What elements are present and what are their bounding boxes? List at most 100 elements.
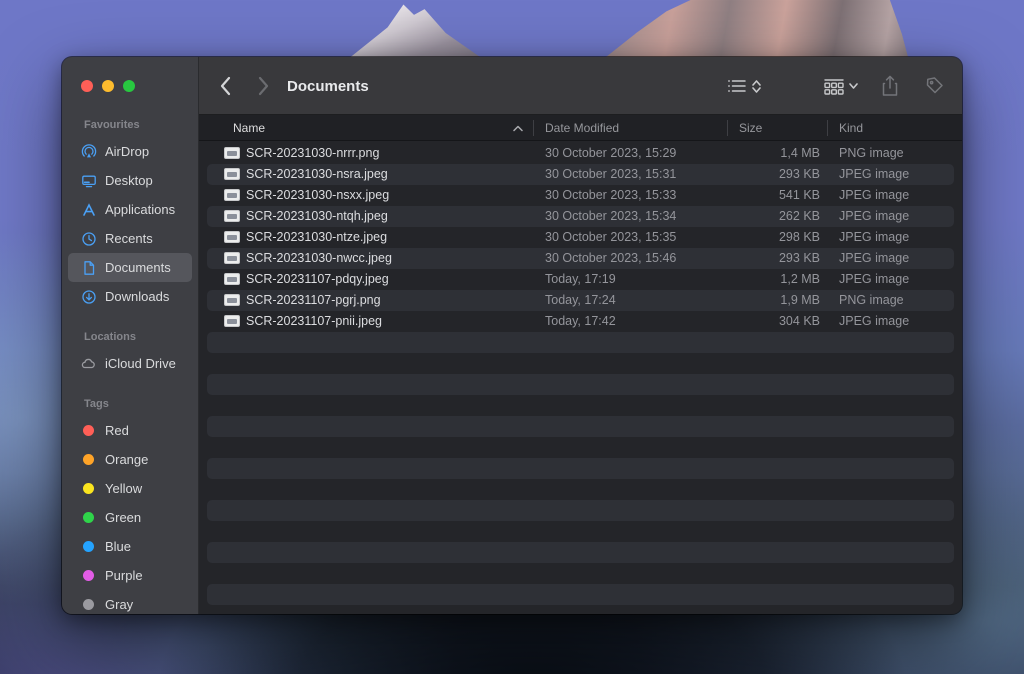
column-header-name[interactable]: Name — [233, 115, 265, 141]
file-thumbnail-icon — [224, 168, 240, 180]
file-row[interactable]: SCR-20231030-nsxx.jpeg 30 October 2023, … — [207, 185, 954, 206]
empty-row — [207, 584, 954, 605]
column-divider[interactable] — [727, 120, 728, 136]
sidebar-tag-yellow[interactable]: Yellow — [68, 474, 192, 503]
file-kind: JPEG image — [839, 188, 910, 202]
sidebar-item-airdrop[interactable]: AirDrop — [68, 137, 192, 166]
file-date: 30 October 2023, 15:31 — [545, 167, 677, 181]
mountain-peak-left — [350, 4, 480, 57]
file-name: SCR-20231030-ntqh.jpeg — [246, 209, 388, 223]
file-name: SCR-20231107-pgrj.png — [246, 293, 381, 307]
tag-button[interactable] — [923, 57, 945, 115]
file-row[interactable]: SCR-20231107-pdqy.jpeg Today, 17:19 1,2 … — [207, 269, 954, 290]
sidebar-item-documents[interactable]: Documents — [68, 253, 192, 282]
minimize-window-button[interactable] — [102, 80, 114, 92]
sidebar-item-label: Red — [105, 423, 129, 438]
file-row[interactable]: SCR-20231030-nwcc.jpeg 30 October 2023, … — [207, 248, 954, 269]
file-size: 293 KB — [778, 251, 820, 265]
file-row[interactable]: SCR-20231107-pgrj.png Today, 17:24 1,9 M… — [207, 290, 954, 311]
file-kind: JPEG image — [839, 209, 910, 223]
clock-icon — [80, 230, 97, 247]
sidebar-item-label: Yellow — [105, 481, 143, 496]
sidebar-tag-green[interactable]: Green — [68, 503, 192, 532]
tag-dot-purple — [83, 570, 94, 581]
back-button[interactable] — [219, 57, 232, 115]
forward-button[interactable] — [257, 57, 270, 115]
empty-row — [207, 374, 954, 395]
empty-row — [207, 500, 954, 521]
sidebar-item-recents[interactable]: Recents — [68, 224, 192, 253]
zoom-window-button[interactable] — [123, 80, 135, 92]
file-kind: JPEG image — [839, 230, 910, 244]
sidebar-item-label: Orange — [105, 452, 149, 467]
column-divider[interactable] — [827, 120, 828, 136]
group-grid-icon — [824, 78, 844, 95]
close-window-button[interactable] — [81, 80, 93, 92]
file-date: 30 October 2023, 15:46 — [545, 251, 677, 265]
sidebar-section-tags: Tags — [84, 398, 109, 410]
empty-row — [207, 458, 954, 479]
chevron-down-icon — [849, 83, 858, 89]
file-date: 30 October 2023, 15:35 — [545, 230, 677, 244]
file-row[interactable]: SCR-20231030-nsra.jpeg 30 October 2023, … — [207, 164, 954, 185]
share-icon — [882, 75, 898, 96]
file-row[interactable]: SCR-20231107-pnii.jpeg Today, 17:42 304 … — [207, 311, 954, 332]
sidebar-item-desktop[interactable]: Desktop — [68, 166, 192, 195]
sidebar-section-locations: Locations — [84, 331, 136, 343]
file-date: 30 October 2023, 15:34 — [545, 209, 677, 223]
sidebar-tag-red[interactable]: Red — [68, 416, 192, 445]
file-thumbnail-icon — [224, 210, 240, 222]
column-header-kind[interactable]: Kind — [839, 115, 863, 141]
sidebar-item-applications[interactable]: Applications — [68, 195, 192, 224]
sidebar-item-label: Green — [105, 510, 142, 525]
file-row[interactable]: SCR-20231030-ntze.jpeg 30 October 2023, … — [207, 227, 954, 248]
file-row[interactable]: SCR-20231030-ntqh.jpeg 30 October 2023, … — [207, 206, 954, 227]
sidebar-item-label: Documents — [105, 260, 171, 275]
sidebar-tag-purple[interactable]: Purple — [68, 561, 192, 590]
file-size: 541 KB — [778, 188, 820, 202]
desktop-icon — [80, 172, 97, 189]
column-header-date-modified[interactable]: Date Modified — [545, 115, 619, 141]
sidebar-item-label: Applications — [105, 202, 176, 217]
file-list-area: Name Date Modified Size Kind SCR-2023103… — [199, 115, 962, 614]
empty-row — [207, 437, 954, 458]
sidebar: Favourites AirDrop Desktop Applications … — [62, 57, 199, 614]
file-row[interactable]: SCR-20231030-nrrr.png 30 October 2023, 1… — [207, 143, 954, 164]
empty-row — [207, 416, 954, 437]
share-button[interactable] — [881, 57, 899, 115]
sidebar-item-downloads[interactable]: Downloads — [68, 282, 192, 311]
file-date: Today, 17:19 — [545, 272, 616, 286]
file-name: SCR-20231107-pnii.jpeg — [246, 314, 382, 328]
sidebar-tag-blue[interactable]: Blue — [68, 532, 192, 561]
sidebar-item-icloud-drive[interactable]: iCloud Drive — [68, 349, 192, 378]
finder-window: Favourites AirDrop Desktop Applications … — [62, 57, 962, 614]
file-name: SCR-20231030-nsra.jpeg — [246, 167, 388, 181]
tag-dot-gray — [83, 599, 94, 610]
file-kind: PNG image — [839, 146, 904, 160]
sidebar-tag-gray[interactable]: Gray — [68, 590, 192, 614]
empty-row — [207, 563, 954, 584]
sidebar-list: Favourites AirDrop Desktop Applications … — [62, 113, 198, 614]
desktop-wallpaper: Favourites AirDrop Desktop Applications … — [0, 0, 1024, 674]
empty-row — [207, 521, 954, 542]
file-kind: JPEG image — [839, 314, 910, 328]
column-header-size[interactable]: Size — [739, 115, 762, 141]
sidebar-item-label: Gray — [105, 597, 134, 612]
file-date: Today, 17:24 — [545, 293, 616, 307]
sidebar-tag-orange[interactable]: Orange — [68, 445, 192, 474]
toolbar: Documents — [199, 57, 962, 115]
sidebar-item-label: Desktop — [105, 173, 153, 188]
file-size: 262 KB — [778, 209, 820, 223]
group-by-control[interactable] — [823, 57, 858, 115]
view-mode-control[interactable] — [727, 57, 761, 115]
sidebar-section-favourites: Favourites — [84, 119, 140, 131]
file-date: Today, 17:42 — [545, 314, 616, 328]
downloads-icon — [80, 288, 97, 305]
applications-icon — [80, 201, 97, 218]
mountain-peak-right — [606, 0, 908, 57]
sidebar-item-label: AirDrop — [105, 144, 150, 159]
file-date: 30 October 2023, 15:33 — [545, 188, 677, 202]
file-thumbnail-icon — [224, 273, 240, 285]
column-divider[interactable] — [533, 120, 534, 136]
tag-dot-blue — [83, 541, 94, 552]
